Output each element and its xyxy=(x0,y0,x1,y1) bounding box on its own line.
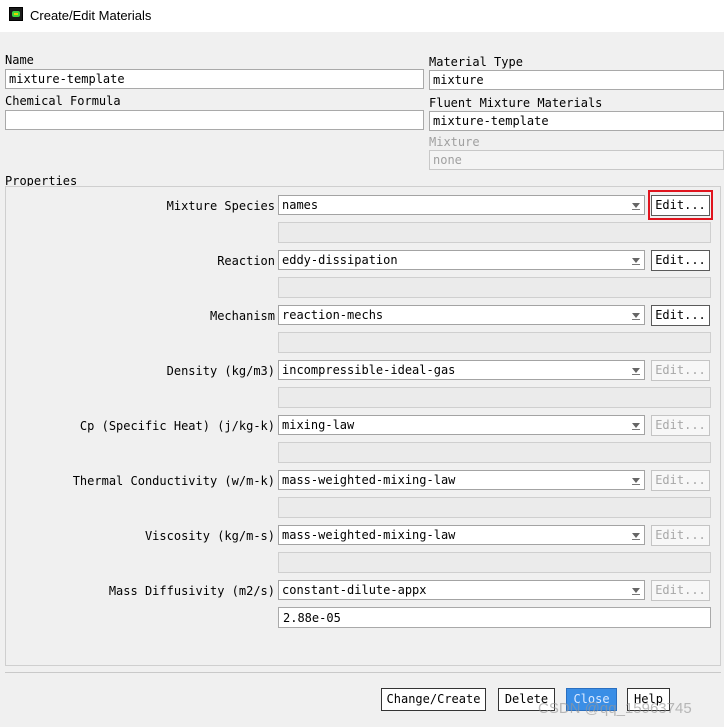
window-title: Create/Edit Materials xyxy=(30,8,152,23)
density-edit-button: Edit... xyxy=(651,360,710,381)
mechanism-sub-field xyxy=(278,332,711,353)
name-label: Name xyxy=(5,53,34,67)
thermal-conductivity-value: mass-weighted-mixing-law xyxy=(282,473,456,487)
mixture-species-sub-field xyxy=(278,222,711,243)
mass-diffusivity-value: constant-dilute-appx xyxy=(282,583,427,597)
thermal-conductivity-edit-button: Edit... xyxy=(651,470,710,491)
viscosity-sub-field xyxy=(278,552,711,573)
mixture-species-select[interactable]: names xyxy=(278,195,645,215)
density-select[interactable]: incompressible-ideal-gas xyxy=(278,360,645,380)
density-value: incompressible-ideal-gas xyxy=(282,363,456,377)
thermal-conductivity-sub-field xyxy=(278,497,711,518)
title-bar: Create/Edit Materials xyxy=(0,0,724,32)
reaction-select[interactable]: eddy-dissipation xyxy=(278,250,645,270)
watermark: CSDN @qq_15963745 xyxy=(538,700,692,717)
mass-diffusivity-value-input[interactable]: 2.88e-05 xyxy=(278,607,711,628)
mechanism-value: reaction-mechs xyxy=(282,308,384,322)
reaction-edit-button[interactable]: Edit... xyxy=(651,250,710,271)
thermal-conductivity-label: Thermal Conductivity (w/m-k) xyxy=(72,474,275,488)
fluent-app-icon xyxy=(9,7,23,21)
reaction-value: eddy-dissipation xyxy=(282,253,398,267)
thermal-conductivity-select[interactable]: mass-weighted-mixing-law xyxy=(278,470,645,490)
chevron-down-icon xyxy=(628,251,644,269)
chemical-formula-label: Chemical Formula xyxy=(5,94,121,108)
chevron-down-icon xyxy=(628,361,644,379)
fluent-mixture-materials-label: Fluent Mixture Materials xyxy=(429,96,603,110)
viscosity-edit-button: Edit... xyxy=(651,525,710,546)
mixture-species-label: Mixture Species xyxy=(166,199,275,213)
mass-diffusivity-select[interactable]: constant-dilute-appx xyxy=(278,580,645,600)
chevron-down-icon xyxy=(628,196,644,214)
material-type-select[interactable]: mixture xyxy=(429,70,724,90)
viscosity-label: Viscosity (kg/m-s) xyxy=(144,529,275,543)
density-sub-field xyxy=(278,387,711,408)
chevron-down-icon xyxy=(628,581,644,599)
cp-label: Cp (Specific Heat) (j/kg-k) xyxy=(79,419,275,433)
cp-edit-button: Edit... xyxy=(651,415,710,436)
mixture-species-value: names xyxy=(282,198,319,212)
highlight-box xyxy=(648,190,713,220)
density-label: Density (kg/m3) xyxy=(166,364,275,378)
change-create-button[interactable]: Change/Create xyxy=(381,688,486,711)
name-input[interactable]: mixture-template xyxy=(5,69,424,89)
fluent-mixture-materials-select[interactable]: mixture-template xyxy=(429,111,724,131)
cp-select[interactable]: mixing-law xyxy=(278,415,645,435)
chevron-down-icon xyxy=(628,416,644,434)
mechanism-label: Mechanism xyxy=(209,309,275,323)
mass-diffusivity-label: Mass Diffusivity (m2/s) xyxy=(108,584,275,598)
chevron-down-icon xyxy=(628,471,644,489)
chemical-formula-input[interactable] xyxy=(5,110,424,130)
mixture-select: none xyxy=(429,150,724,170)
chevron-down-icon xyxy=(628,526,644,544)
chevron-down-icon xyxy=(628,306,644,324)
mechanism-select[interactable]: reaction-mechs xyxy=(278,305,645,325)
material-type-label: Material Type xyxy=(429,55,523,69)
viscosity-value: mass-weighted-mixing-law xyxy=(282,528,456,542)
viscosity-select[interactable]: mass-weighted-mixing-law xyxy=(278,525,645,545)
reaction-sub-field xyxy=(278,277,711,298)
mixture-label: Mixture xyxy=(429,135,480,149)
footer-separator xyxy=(5,672,721,673)
cp-sub-field xyxy=(278,442,711,463)
mass-diffusivity-edit-button: Edit... xyxy=(651,580,710,601)
cp-value: mixing-law xyxy=(282,418,355,432)
mechanism-edit-button[interactable]: Edit... xyxy=(651,305,710,326)
reaction-label: Reaction xyxy=(217,254,275,268)
